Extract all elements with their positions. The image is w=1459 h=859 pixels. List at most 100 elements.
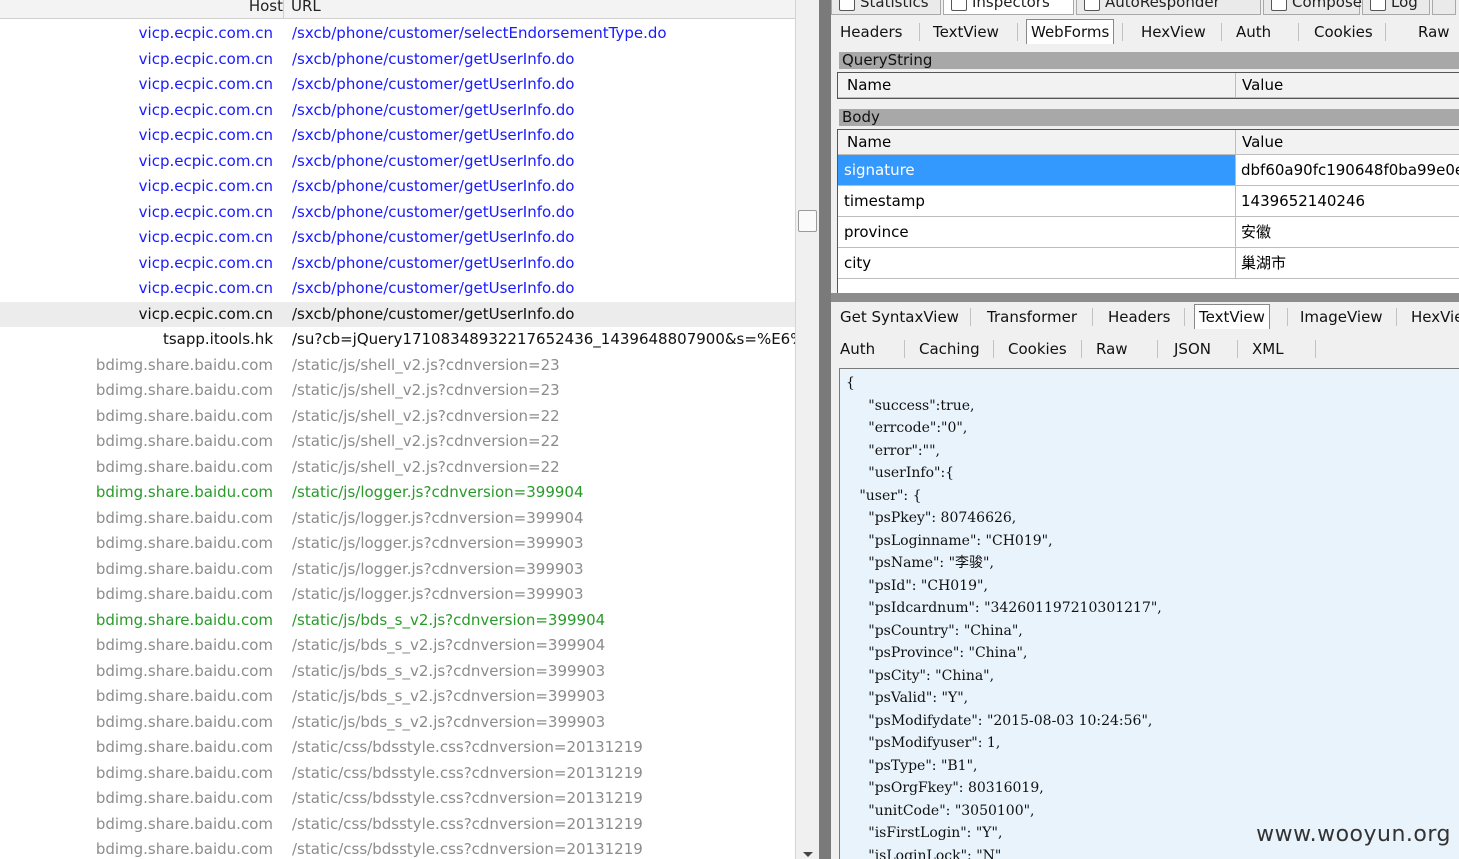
body-param-value: 巢湖市 [1241, 254, 1287, 272]
session-url: /static/css/bdsstyle.css?cdnversion=2013… [292, 814, 643, 833]
session-row[interactable]: vicp.ecpic.com.cn/sxcb/phone/customer/ge… [0, 301, 795, 327]
session-row[interactable]: bdimg.share.baidu.com/static/js/logger.j… [0, 582, 795, 608]
body-row[interactable]: signature dbf60a90fc190648f0ba99e0e5 [838, 155, 1459, 186]
session-row[interactable]: vicp.ecpic.com.cn/sxcb/phone/customer/ge… [0, 72, 795, 98]
session-row[interactable]: bdimg.share.baidu.com/static/js/bds_s_v2… [0, 684, 795, 710]
session-row[interactable]: bdimg.share.baidu.com/static/css/bdsstyl… [0, 786, 795, 812]
session-host: vicp.ecpic.com.cn [138, 202, 273, 221]
body-row[interactable]: province 安徽 [838, 217, 1459, 248]
session-row[interactable]: bdimg.share.baidu.com/static/js/bds_s_v2… [0, 633, 795, 659]
response-tab-headers[interactable]: Headers [1104, 306, 1174, 328]
querystring-value-column[interactable]: Value [1242, 76, 1283, 94]
main-tab-label: Inspectors [972, 0, 1050, 11]
session-row[interactable]: bdimg.share.baidu.com/static/js/shell_v2… [0, 429, 795, 455]
scroll-down-arrow-icon[interactable] [803, 852, 813, 857]
session-row[interactable]: vicp.ecpic.com.cn/sxcb/phone/customer/se… [0, 21, 795, 47]
session-row[interactable]: bdimg.share.baidu.com/static/css/bdsstyl… [0, 761, 795, 787]
response-tab-hexvie[interactable]: HexVie [1407, 306, 1459, 328]
response-tab-json[interactable]: JSON [1170, 338, 1215, 360]
session-row[interactable]: vicp.ecpic.com.cn/sxcb/phone/customer/ge… [0, 98, 795, 124]
main-tab-overflow[interactable] [1432, 0, 1456, 15]
response-tab-imageview[interactable]: ImageView [1296, 306, 1387, 328]
session-row[interactable]: bdimg.share.baidu.com/static/js/shell_v2… [0, 404, 795, 430]
response-tab-get-syntaxview[interactable]: Get SyntaxView [836, 306, 963, 328]
main-tab-inspectors[interactable]: Inspectors [943, 0, 1074, 15]
column-divider[interactable] [283, 0, 284, 18]
body-row[interactable]: timestamp 1439652140246 [838, 186, 1459, 217]
response-tab-caching[interactable]: Caching [915, 338, 984, 360]
request-tab-textview[interactable]: TextView [929, 21, 1003, 43]
session-host: bdimg.share.baidu.com [95, 712, 273, 731]
session-row[interactable]: vicp.ecpic.com.cn/sxcb/phone/customer/ge… [0, 200, 795, 226]
session-url: /sxcb/phone/customer/getUserInfo.do [292, 49, 575, 68]
horizontal-splitter[interactable] [831, 293, 1459, 302]
session-row[interactable]: vicp.ecpic.com.cn/sxcb/phone/customer/ge… [0, 47, 795, 73]
session-row[interactable]: vicp.ecpic.com.cn/sxcb/phone/customer/ge… [0, 149, 795, 175]
main-tab-composer[interactable]: Composer [1263, 0, 1368, 15]
response-body-text[interactable]: { "success":true, "errcode":"0", "error"… [840, 369, 1459, 859]
session-row[interactable]: bdimg.share.baidu.com/static/js/shell_v2… [0, 353, 795, 379]
url-column-header[interactable]: URL [291, 0, 321, 15]
main-tab-autoresponder[interactable]: AutoResponder [1076, 0, 1261, 15]
querystring-name-column[interactable]: Name [847, 76, 891, 94]
session-host: bdimg.share.baidu.com [95, 687, 273, 705]
session-url: /sxcb/phone/customer/getUserInfo.do [292, 279, 575, 297]
session-row[interactable]: bdimg.share.baidu.com/static/js/logger.j… [0, 506, 795, 532]
session-row[interactable]: vicp.ecpic.com.cn/sxcb/phone/customer/ge… [0, 251, 795, 277]
response-textview[interactable]: { "success":true, "errcode":"0", "error"… [839, 368, 1459, 859]
response-tab-auth[interactable]: Auth [836, 338, 879, 360]
session-list[interactable]: Host URL vicp.ecpic.com.cn/sxcb/phone/cu… [0, 0, 795, 859]
panel-splitter[interactable] [819, 0, 831, 859]
tab-separator [1081, 340, 1082, 358]
response-tab-xml[interactable]: XML [1248, 338, 1288, 360]
request-tab-headers[interactable]: Headers [836, 21, 906, 43]
response-tab-cookies[interactable]: Cookies [1004, 338, 1071, 360]
session-row[interactable]: bdimg.share.baidu.com/static/css/bdsstyl… [0, 812, 795, 838]
response-tab-raw[interactable]: Raw [1092, 338, 1132, 360]
session-list-scrollbar[interactable] [795, 0, 819, 859]
session-row[interactable]: vicp.ecpic.com.cn/sxcb/phone/customer/ge… [0, 225, 795, 251]
session-row[interactable]: bdimg.share.baidu.com/static/js/logger.j… [0, 557, 795, 583]
request-tab-cookies[interactable]: Cookies [1310, 21, 1377, 43]
tab-separator [1237, 340, 1238, 358]
body-row[interactable]: city 巢湖市 [838, 248, 1459, 279]
session-host: bdimg.share.baidu.com [95, 814, 273, 833]
session-row[interactable]: vicp.ecpic.com.cn/sxcb/phone/customer/ge… [0, 276, 795, 302]
session-row[interactable]: bdimg.share.baidu.com/static/js/bds_s_v2… [0, 710, 795, 736]
response-tab-transformer[interactable]: Transformer [983, 306, 1081, 328]
request-tab-webforms[interactable]: WebForms [1026, 19, 1115, 44]
body-name-column[interactable]: Name [847, 133, 891, 151]
tab-separator [1287, 308, 1288, 326]
response-tab-textview[interactable]: TextView [1194, 304, 1270, 329]
tab-separator [1396, 308, 1397, 326]
column-divider [1235, 73, 1236, 97]
session-row[interactable]: tsapp.itools.hk/su?cb=jQuery171083489322… [0, 327, 795, 353]
session-row[interactable]: bdimg.share.baidu.com/static/js/bds_s_v2… [0, 608, 795, 634]
host-column-header[interactable]: Host [249, 0, 283, 15]
session-host: bdimg.share.baidu.com [95, 457, 273, 476]
session-row[interactable]: bdimg.share.baidu.com/static/css/bdsstyl… [0, 837, 795, 859]
scroll-thumb[interactable] [798, 210, 817, 232]
session-row[interactable]: bdimg.share.baidu.com/static/js/bds_s_v2… [0, 659, 795, 685]
body-grid[interactable]: Name Value signature dbf60a90fc190648f0ba… [837, 129, 1459, 295]
body-value-column[interactable]: Value [1242, 133, 1283, 151]
request-tab-hexview[interactable]: HexView [1137, 21, 1210, 43]
querystring-grid[interactable]: Name Value [837, 72, 1459, 99]
autoresponder-icon [1084, 0, 1100, 11]
session-row[interactable]: bdimg.share.baidu.com/static/js/shell_v2… [0, 455, 795, 481]
session-host: vicp.ecpic.com.cn [138, 24, 273, 42]
session-row[interactable]: bdimg.share.baidu.com/static/js/logger.j… [0, 531, 795, 557]
session-row[interactable]: vicp.ecpic.com.cn/sxcb/phone/customer/ge… [0, 174, 795, 200]
session-row[interactable]: vicp.ecpic.com.cn/sxcb/phone/customer/ge… [0, 123, 795, 149]
main-tab-statistics[interactable]: Statistics [831, 0, 941, 15]
request-tab-raw[interactable]: Raw [1414, 21, 1454, 43]
session-row[interactable]: bdimg.share.baidu.com/static/css/bdsstyl… [0, 735, 795, 761]
session-host: bdimg.share.baidu.com [95, 406, 273, 425]
session-row[interactable]: bdimg.share.baidu.com/static/js/shell_v2… [0, 378, 795, 404]
session-host: bdimg.share.baidu.com [95, 381, 273, 399]
session-row[interactable]: bdimg.share.baidu.com/static/js/logger.j… [0, 480, 795, 506]
request-tab-auth[interactable]: Auth [1232, 21, 1275, 43]
body-param-name: timestamp [844, 192, 925, 210]
tab-separator [1157, 340, 1158, 358]
main-tab-log[interactable]: Log [1362, 0, 1430, 15]
